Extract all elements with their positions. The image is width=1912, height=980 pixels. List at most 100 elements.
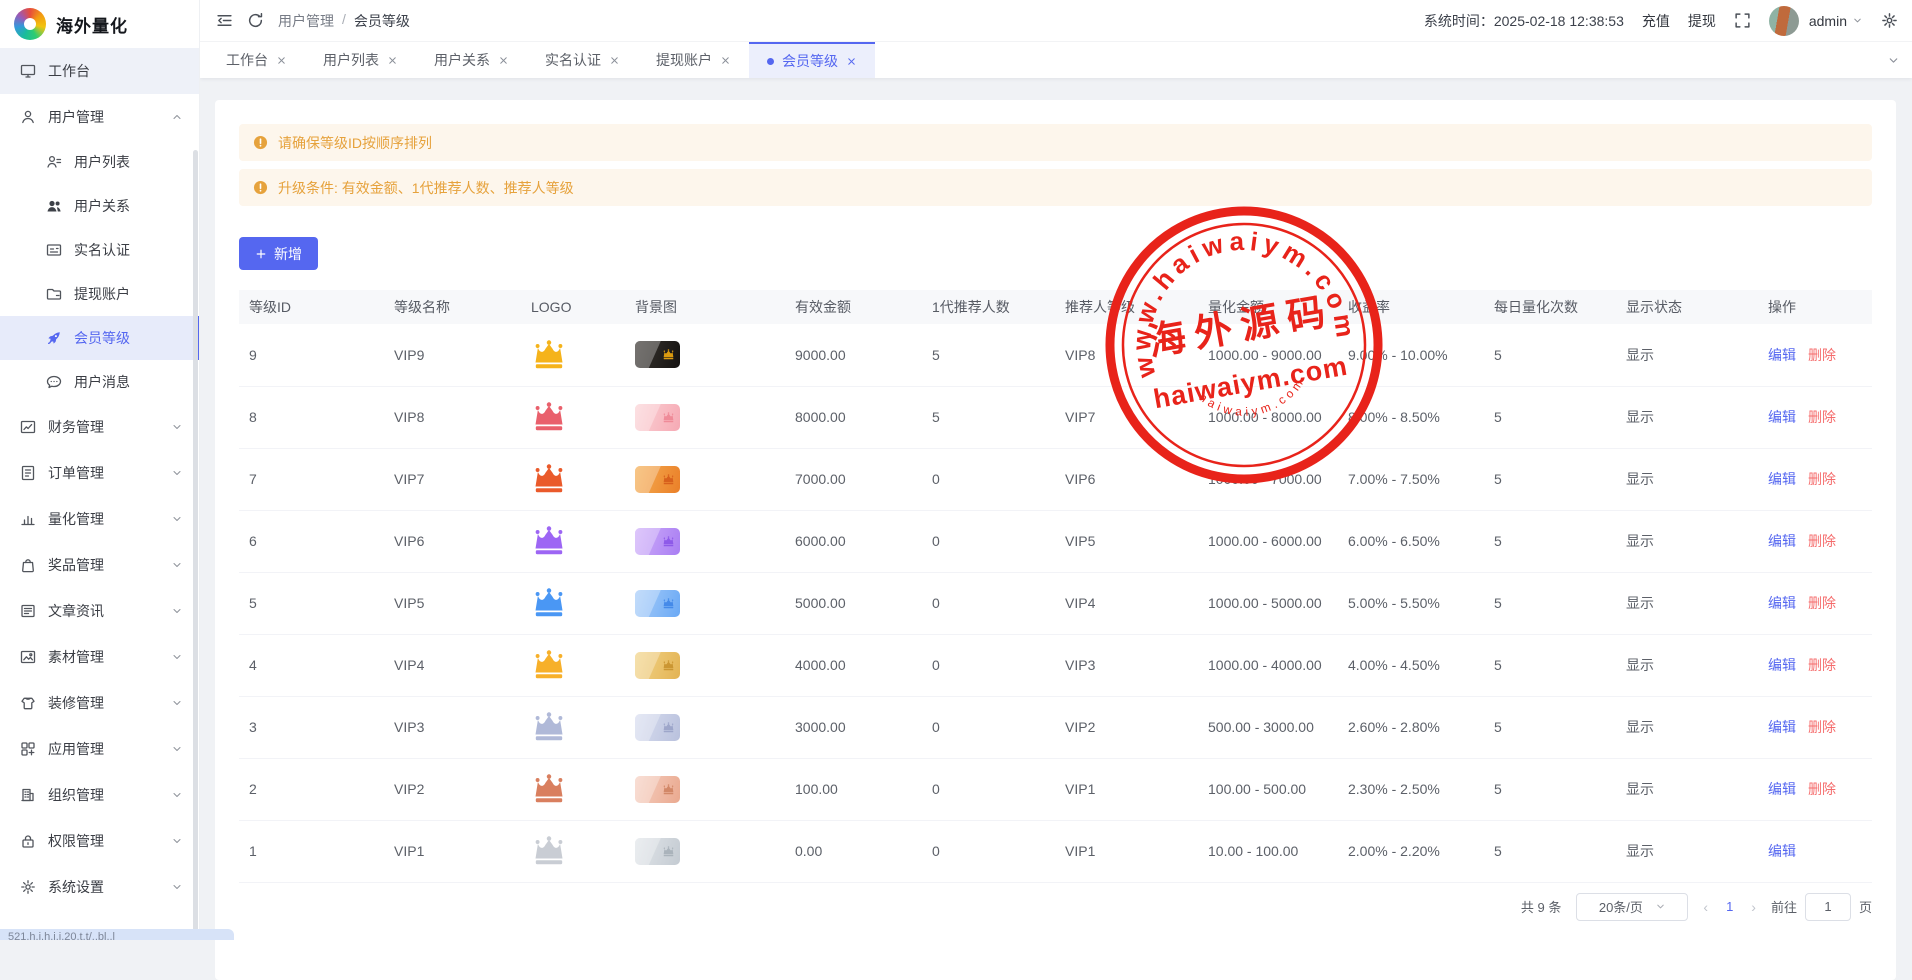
sidebar-scrollbar[interactable] (193, 150, 198, 932)
avatar[interactable] (1769, 6, 1799, 36)
crown-mini-icon (662, 474, 675, 485)
quant-amount: 1000.00 - 5000.00 (1198, 572, 1338, 634)
page-number[interactable]: 1 (1726, 899, 1733, 914)
withdraw-link[interactable]: 提现 (1688, 11, 1716, 31)
edit-link[interactable]: 编辑 (1768, 781, 1796, 797)
edit-link[interactable]: 编辑 (1768, 843, 1796, 859)
referrer-level: VIP1 (1055, 758, 1198, 820)
table-header-row: 等级ID 等级名称 LOGO 背景图 有效金额 1代推荐人数 推荐人等级 量化金… (239, 290, 1872, 324)
tab-overflow-button[interactable] (1874, 42, 1912, 78)
delete-link[interactable]: 删除 (1808, 719, 1836, 735)
logo-cell (521, 572, 625, 634)
tab-withdraw-account[interactable]: 提现账户 (638, 42, 749, 78)
sidebar-item-user-relations[interactable]: 用户关系 (0, 184, 199, 228)
delete-link[interactable]: 删除 (1808, 781, 1836, 797)
chevron-down-icon (171, 743, 183, 755)
alert-level-order: 请确保等级ID按顺序排列 (239, 124, 1872, 161)
edit-link[interactable]: 编辑 (1768, 657, 1796, 673)
referrer-level: VIP8 (1055, 324, 1198, 386)
tab-user-list[interactable]: 用户列表 (305, 42, 416, 78)
tab-realname-auth[interactable]: 实名认证 (527, 42, 638, 78)
close-icon[interactable] (846, 56, 857, 67)
display-status: 显示 (1616, 572, 1758, 634)
actions-cell: 编辑删除 (1758, 386, 1872, 448)
chevron-down-icon (171, 789, 183, 801)
delete-link[interactable]: 删除 (1808, 657, 1836, 673)
tab-member-level[interactable]: 会员等级 (749, 42, 875, 78)
sidebar-item-quant[interactable]: 量化管理 (0, 496, 199, 542)
close-icon[interactable] (498, 55, 509, 66)
breadcrumb-parent[interactable]: 用户管理 (278, 11, 334, 31)
sidebar-item-organization[interactable]: 组织管理 (0, 772, 199, 818)
daily-quant-times: 5 (1484, 758, 1616, 820)
close-icon[interactable] (720, 55, 731, 66)
delete-link[interactable]: 删除 (1808, 409, 1836, 425)
add-button[interactable]: 新增 (239, 237, 318, 270)
close-icon[interactable] (387, 55, 398, 66)
gen1-referrals: 0 (922, 758, 1055, 820)
delete-link[interactable]: 删除 (1808, 595, 1836, 611)
shirt-icon (20, 695, 36, 711)
close-icon[interactable] (276, 55, 287, 66)
close-icon[interactable] (609, 55, 620, 66)
sidebar-item-materials[interactable]: 素材管理 (0, 634, 199, 680)
table-row: 5 VIP5 5000.00 0 VIP4 1000.00 - 5000.00 … (239, 572, 1872, 634)
monitor-icon (20, 63, 36, 79)
sidebar-item-finance[interactable]: 财务管理 (0, 404, 199, 450)
background-card-image (635, 590, 680, 617)
sidebar-item-user-messages[interactable]: 用户消息 (0, 360, 199, 404)
edit-link[interactable]: 编辑 (1768, 533, 1796, 549)
table-row: 1 VIP1 0.00 0 VIP1 10.00 - 100.00 2.00% … (239, 820, 1872, 882)
warning-icon (253, 135, 268, 150)
crown-logo-icon (531, 836, 567, 866)
sidebar-item-system-settings[interactable]: 系统设置 (0, 864, 199, 910)
sidebar-item-orders[interactable]: 订单管理 (0, 450, 199, 496)
sidebar-item-permissions[interactable]: 权限管理 (0, 818, 199, 864)
level-name: VIP2 (384, 758, 521, 820)
goto-page-input[interactable] (1805, 893, 1851, 921)
bar-chart-icon (20, 511, 36, 527)
sidebar-item-decoration[interactable]: 装修管理 (0, 680, 199, 726)
sidebar-item-prizes[interactable]: 奖品管理 (0, 542, 199, 588)
fullscreen-icon[interactable] (1734, 12, 1751, 29)
sidebar-item-user-management[interactable]: 用户管理 (0, 94, 199, 140)
table-row: 6 VIP6 6000.00 0 VIP5 1000.00 - 6000.00 … (239, 510, 1872, 572)
crown-mini-icon (662, 412, 675, 423)
yield-rate: 9.00% - 10.00% (1338, 324, 1484, 386)
next-page-button[interactable]: › (1751, 899, 1756, 915)
delete-link[interactable]: 删除 (1808, 471, 1836, 487)
sidebar-item-articles[interactable]: 文章资讯 (0, 588, 199, 634)
sidebar-item-user-list[interactable]: 用户列表 (0, 140, 199, 184)
gen1-referrals: 0 (922, 634, 1055, 696)
member-level-table: 等级ID 等级名称 LOGO 背景图 有效金额 1代推荐人数 推荐人等级 量化金… (239, 290, 1872, 883)
edit-link[interactable]: 编辑 (1768, 409, 1796, 425)
sidebar-item-member-level[interactable]: 会员等级 (0, 316, 199, 360)
edit-link[interactable]: 编辑 (1768, 719, 1796, 735)
sidebar-item-realname-auth[interactable]: 实名认证 (0, 228, 199, 272)
sidebar-item-workbench[interactable]: 工作台 (0, 48, 199, 94)
logo-cell (521, 448, 625, 510)
crown-mini-icon (662, 784, 675, 795)
sidebar-item-withdraw-account[interactable]: 提现账户 (0, 272, 199, 316)
tab-user-relations[interactable]: 用户关系 (416, 42, 527, 78)
table-row: 9 VIP9 9000.00 5 VIP8 1000.00 - 9000.00 … (239, 324, 1872, 386)
page-size-select[interactable]: 20条/页 (1576, 893, 1688, 921)
pagination-total: 共 9 条 (1521, 897, 1561, 916)
tab-workbench[interactable]: 工作台 (208, 42, 305, 78)
recharge-link[interactable]: 充值 (1642, 11, 1670, 31)
refresh-icon[interactable] (247, 12, 264, 29)
settings-gear-icon[interactable] (1881, 12, 1898, 29)
display-status: 显示 (1616, 696, 1758, 758)
sidebar-item-apps[interactable]: 应用管理 (0, 726, 199, 772)
edit-link[interactable]: 编辑 (1768, 595, 1796, 611)
prev-page-button[interactable]: ‹ (1703, 899, 1708, 915)
delete-link[interactable]: 删除 (1808, 533, 1836, 549)
edit-link[interactable]: 编辑 (1768, 347, 1796, 363)
edit-link[interactable]: 编辑 (1768, 471, 1796, 487)
gen1-referrals: 0 (922, 448, 1055, 510)
user-menu[interactable]: admin (1809, 13, 1863, 29)
chevron-down-icon (171, 697, 183, 709)
display-status: 显示 (1616, 448, 1758, 510)
delete-link[interactable]: 删除 (1808, 347, 1836, 363)
collapse-sidebar-icon[interactable] (216, 12, 233, 29)
